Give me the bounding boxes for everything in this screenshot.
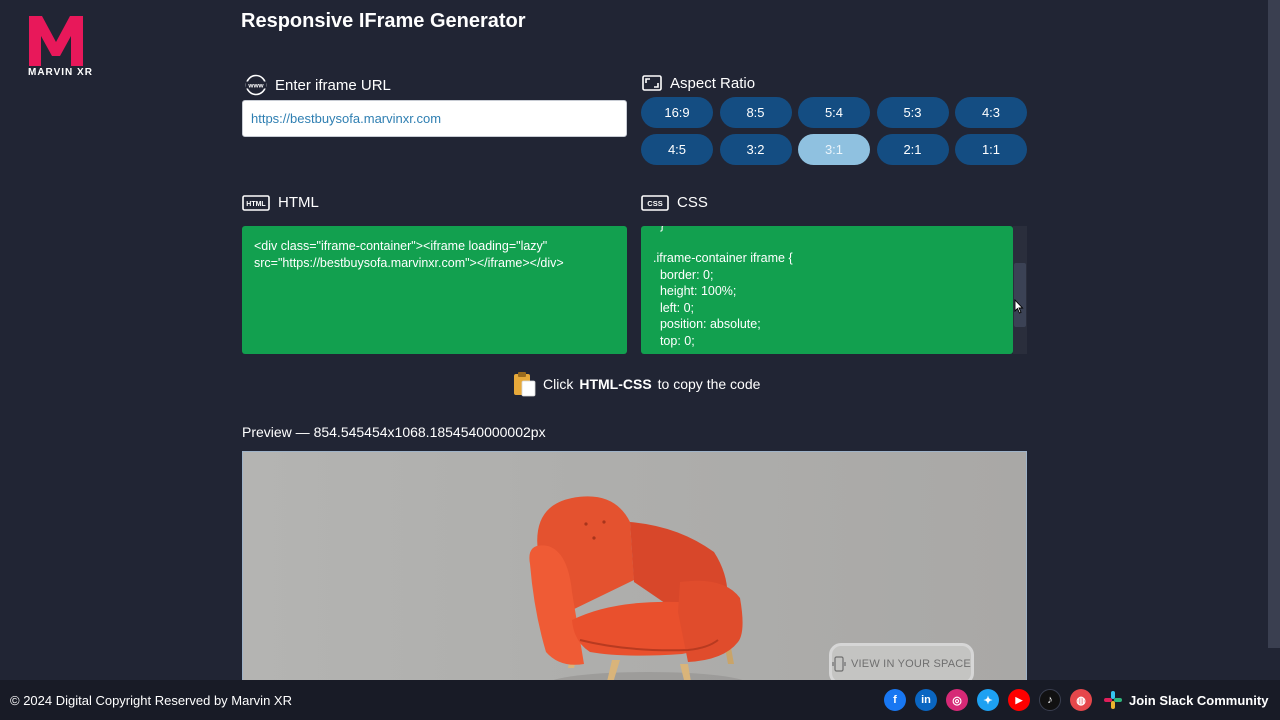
logo-brand-text: MARVIN XR <box>28 67 93 78</box>
url-label-text: Enter iframe URL <box>275 76 391 94</box>
svg-text:www: www <box>247 83 264 90</box>
join-slack-community-link[interactable]: Join Slack Community <box>1103 690 1268 710</box>
youtube-icon[interactable]: ▶ <box>1008 689 1030 711</box>
copy-html-css-link[interactable]: HTML-CSS <box>579 376 651 392</box>
ratio-button-3-1-selected[interactable]: 3:1 <box>798 134 870 165</box>
ratio-button-4-3[interactable]: 4:3 <box>955 97 1027 128</box>
iframe-url-input[interactable] <box>242 100 627 137</box>
aspect-ratio-label-text: Aspect Ratio <box>670 74 756 92</box>
slack-label: Join Slack Community <box>1129 692 1269 708</box>
html-code-line: <div class="iframe-container"><iframe lo… <box>254 239 548 253</box>
css-badge-icon: CSS <box>641 194 669 211</box>
aspect-ratio-section-label: Aspect Ratio <box>642 74 755 92</box>
html-code-line: src="https://bestbuysofa.marvinxr.com"><… <box>254 255 564 270</box>
ratio-button-3-2[interactable]: 3:2 <box>719 134 792 165</box>
ar-phone-icon <box>832 656 846 672</box>
css-code-scrollbar[interactable] <box>1013 226 1027 354</box>
aspect-ratio-buttons: 16:9 8:5 5:4 5:3 4:3 4:5 3:2 3:1 2:1 1:1 <box>641 97 1027 165</box>
copy-hint: Click HTML-CSS to copy the code <box>513 371 760 397</box>
globe-icon[interactable]: ◍ <box>1070 689 1092 711</box>
twitter-icon[interactable]: ✦ <box>977 689 999 711</box>
www-globe-icon: www <box>245 74 267 96</box>
url-section-label: www Enter iframe URL <box>245 74 391 96</box>
css-code-output[interactable]: } .iframe-container iframe { border: 0; … <box>641 226 1013 354</box>
ratio-button-4-5[interactable]: 4:5 <box>641 134 713 165</box>
view-in-your-space-button[interactable]: VIEW IN YOUR SPACE <box>829 643 974 685</box>
facebook-icon[interactable]: f <box>884 689 906 711</box>
html-badge-icon: HTML <box>242 194 270 211</box>
instagram-icon[interactable]: ◎ <box>946 689 968 711</box>
html-section-label: HTML HTML <box>242 194 319 211</box>
aspect-ratio-icon <box>642 75 662 91</box>
page-scrollbar-thumb[interactable] <box>1268 0 1280 648</box>
svg-text:HTML: HTML <box>246 201 266 208</box>
svg-text:CSS: CSS <box>647 199 662 208</box>
copy-hint-prefix: Click <box>543 376 574 392</box>
clipboard-copy-icon[interactable] <box>513 371 537 397</box>
page-title: Responsive IFrame Generator <box>241 10 526 32</box>
css-scrollbar-thumb[interactable] <box>1014 263 1026 327</box>
slack-icon <box>1104 691 1122 709</box>
marvin-xr-logo[interactable]: MARVIN XR <box>27 14 92 78</box>
ratio-button-5-4[interactable]: 5:4 <box>798 97 870 128</box>
mouse-cursor-icon <box>1014 299 1024 314</box>
ratio-button-5-3[interactable]: 5:3 <box>876 97 949 128</box>
copy-hint-suffix: to copy the code <box>657 376 761 392</box>
ratio-button-8-5[interactable]: 8:5 <box>719 97 792 128</box>
marvin-xr-m-logo-icon <box>29 16 83 66</box>
ratio-button-1-1[interactable]: 1:1 <box>955 134 1027 165</box>
armchair-product-image[interactable] <box>528 492 758 691</box>
css-label-text: CSS <box>677 194 708 211</box>
page-scrollbar[interactable] <box>1268 0 1280 680</box>
preview-label: Preview — 854.545454x1068.1854540000002p… <box>242 424 546 440</box>
footer-copyright: © 2024 Digital Copyright Reserved by Mar… <box>10 692 292 708</box>
social-links: f in ◎ ✦ ▶ ♪ ◍ <box>884 689 1092 711</box>
html-code-output[interactable]: <div class="iframe-container"><iframe lo… <box>242 226 627 354</box>
tiktok-icon[interactable]: ♪ <box>1039 689 1061 711</box>
css-code-text: } .iframe-container iframe { border: 0; … <box>653 226 793 348</box>
linkedin-icon[interactable]: in <box>915 689 937 711</box>
css-section-label: CSS CSS <box>641 194 708 211</box>
html-label-text: HTML <box>278 194 319 211</box>
ratio-button-2-1[interactable]: 2:1 <box>876 134 949 165</box>
preview-iframe[interactable]: VIEW IN YOUR SPACE <box>242 451 1027 691</box>
view-in-your-space-label: VIEW IN YOUR SPACE <box>851 658 971 670</box>
ratio-button-16-9[interactable]: 16:9 <box>641 97 713 128</box>
